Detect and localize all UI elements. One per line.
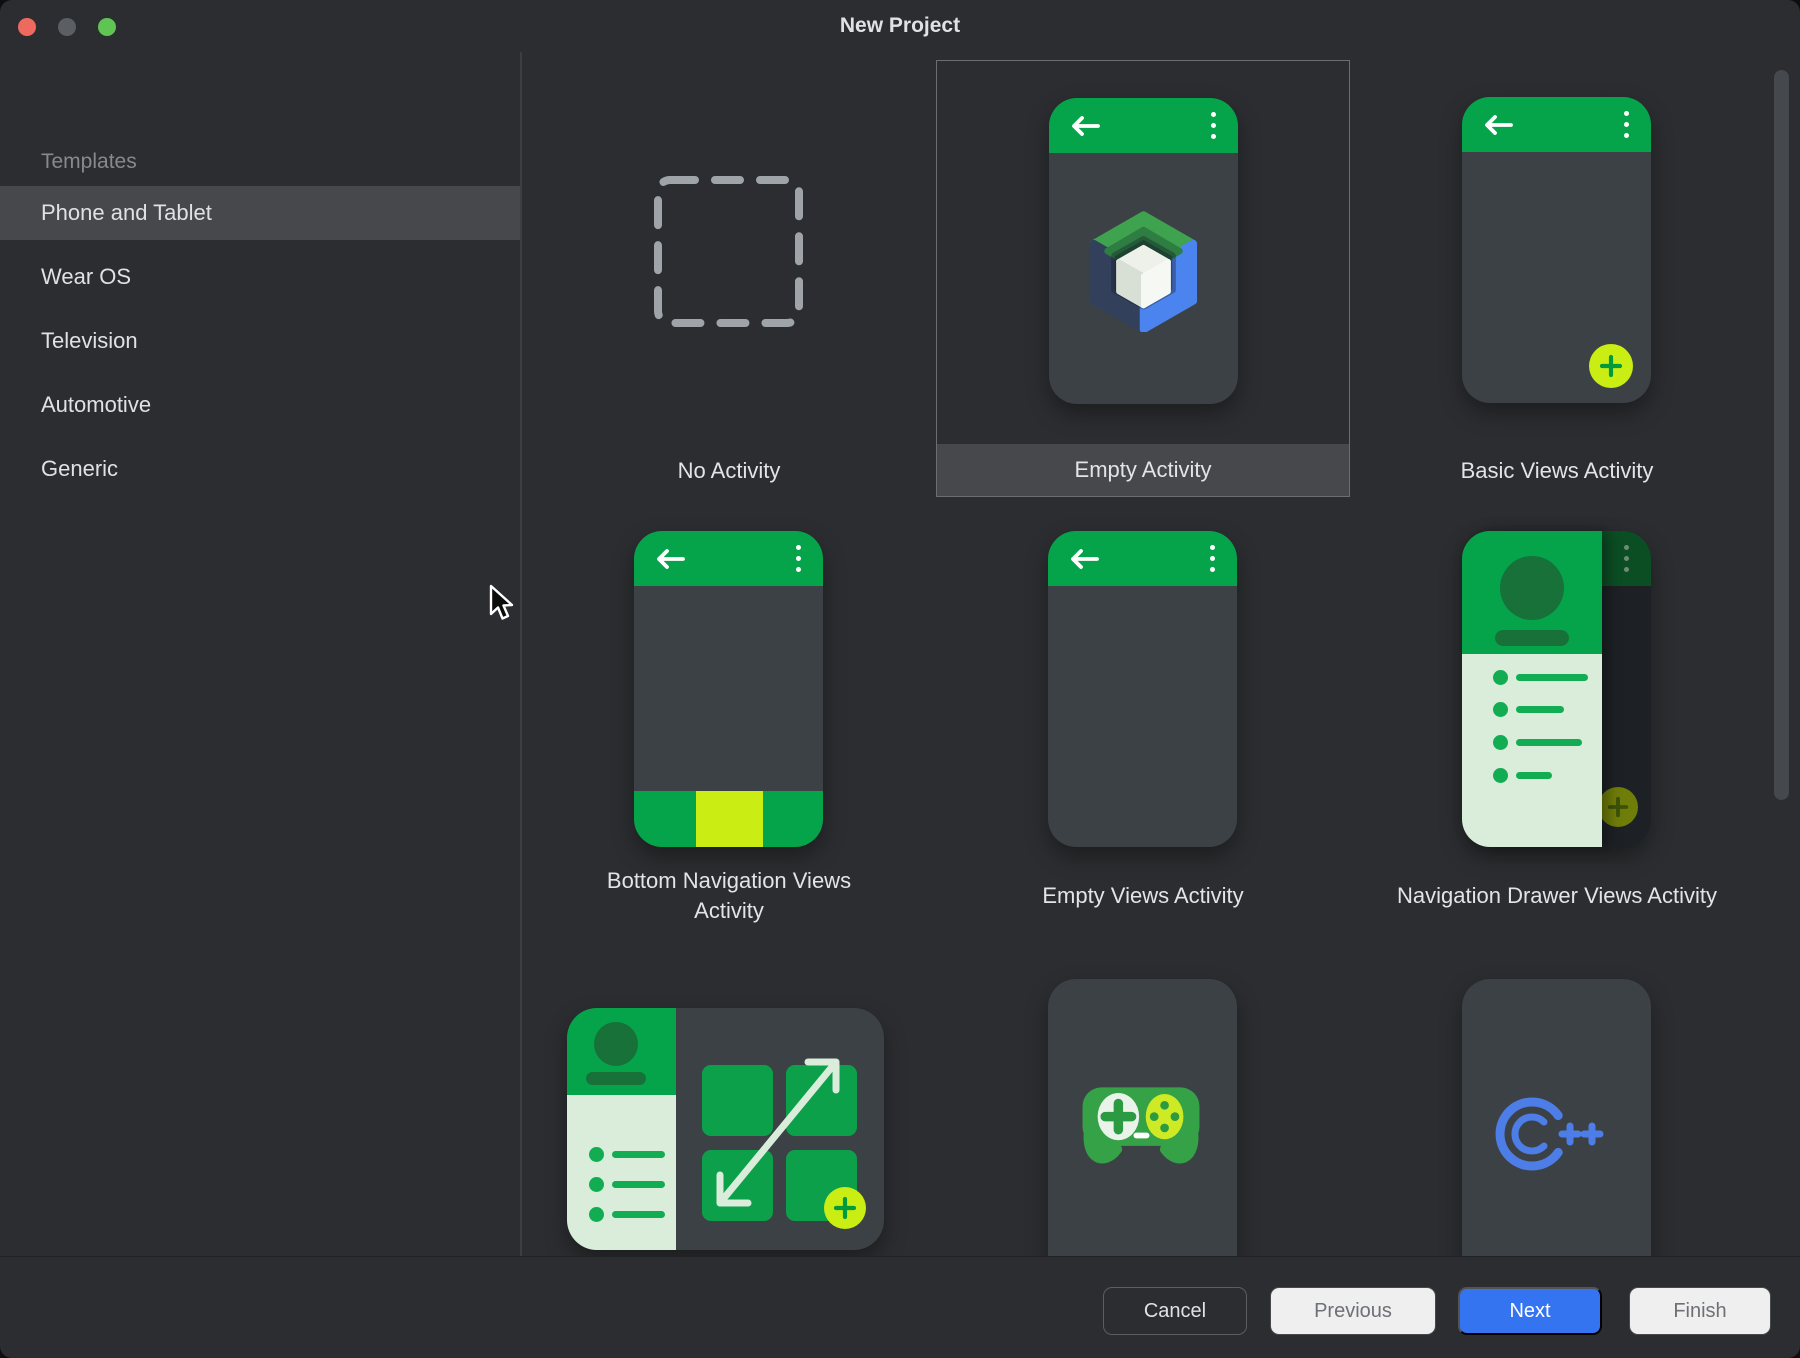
sidebar-item-label: Automotive	[41, 392, 151, 418]
drawer-header	[1462, 531, 1602, 654]
fab-add-dimmed-icon	[1598, 787, 1638, 827]
app-bar	[1049, 98, 1238, 153]
app-bar	[1048, 531, 1237, 586]
phone-mockup	[634, 531, 823, 847]
game-controller-icon	[1075, 1079, 1207, 1175]
next-button[interactable]: Next	[1458, 1287, 1602, 1335]
sidebar-item-label: Phone and Tablet	[41, 200, 212, 226]
drawer-menu-item	[1462, 669, 1602, 685]
kebab-menu-icon	[796, 545, 801, 572]
sidebar-header: Templates	[41, 150, 137, 174]
window-title: New Project	[0, 0, 1800, 52]
sidebar-item-generic[interactable]: Generic	[0, 442, 520, 496]
phone-mockup	[1462, 979, 1651, 1256]
template-card-label: Empty Activity	[937, 444, 1349, 496]
kebab-menu-icon	[1624, 545, 1629, 572]
avatar	[1500, 556, 1564, 620]
drawer-menu-item	[1462, 701, 1602, 717]
sidebar-item-television[interactable]: Television	[0, 314, 520, 368]
back-arrow-icon	[1066, 547, 1102, 571]
cancel-button[interactable]: Cancel	[1103, 1287, 1247, 1335]
template-card-label: Navigation Drawer Views Activity	[1350, 863, 1764, 929]
template-card-empty-activity[interactable]: Empty Activity	[936, 60, 1350, 497]
template-card-bottom-navigation-views-activity[interactable]: Bottom Navigation Views Activity	[522, 510, 936, 947]
dashed-placeholder-icon	[652, 174, 805, 329]
drawer-name-placeholder	[1495, 630, 1569, 646]
phone-mockup	[1048, 979, 1237, 1256]
fab-add-icon	[1589, 344, 1633, 388]
kebab-menu-icon	[1210, 545, 1215, 572]
fab-add-icon	[824, 1187, 866, 1229]
template-card-game-activity[interactable]	[936, 962, 1350, 1256]
template-card-navigation-drawer-views-activity[interactable]: Navigation Drawer Views Activity	[1350, 510, 1764, 947]
previous-button[interactable]: Previous	[1270, 1287, 1436, 1335]
dialog-footer: Cancel Previous Next Finish	[0, 1256, 1800, 1358]
template-card-no-activity[interactable]: No Activity	[522, 60, 936, 497]
back-arrow-icon	[1067, 114, 1103, 138]
drawer-menu-item	[1462, 767, 1602, 783]
app-bar	[634, 531, 823, 586]
vertical-scrollbar[interactable]	[1774, 70, 1789, 800]
template-card-responsive-views[interactable]	[522, 962, 936, 1256]
template-card-empty-views-activity[interactable]: Empty Views Activity	[936, 510, 1350, 947]
template-gallery: No Activity	[521, 52, 1800, 1256]
phone-mockup	[1048, 531, 1237, 847]
sidebar-item-automotive[interactable]: Automotive	[0, 378, 520, 432]
phone-mockup	[1462, 531, 1651, 847]
templates-sidebar: Templates Phone and Tablet Wear OS Telev…	[0, 52, 520, 1256]
kebab-menu-icon	[1211, 112, 1216, 139]
sidebar-item-label: Generic	[41, 456, 118, 482]
template-card-native-cpp[interactable]	[1350, 962, 1764, 1256]
template-card-basic-views-activity[interactable]: Basic Views Activity	[1350, 60, 1764, 497]
bottom-nav-selected-segment	[696, 791, 763, 847]
back-arrow-icon	[652, 547, 688, 571]
template-card-label: Basic Views Activity	[1350, 445, 1764, 497]
back-arrow-icon	[1480, 113, 1516, 137]
mouse-cursor	[488, 584, 518, 624]
jetpack-compose-logo-icon	[1081, 210, 1206, 332]
sidebar-item-label: Television	[41, 328, 138, 354]
template-card-label: Empty Views Activity	[936, 863, 1350, 929]
phone-mockup	[1462, 97, 1651, 403]
titlebar: New Project	[0, 0, 1800, 52]
template-card-label: No Activity	[522, 445, 936, 497]
navigation-drawer	[1462, 531, 1602, 847]
sidebar-item-phone-and-tablet[interactable]: Phone and Tablet	[0, 186, 520, 240]
finish-button[interactable]: Finish	[1629, 1287, 1771, 1335]
app-bar	[1462, 97, 1651, 152]
tablet-mockup	[567, 1008, 884, 1250]
kebab-menu-icon	[1624, 111, 1629, 138]
phone-mockup	[1049, 98, 1238, 404]
drawer-menu-item	[1462, 734, 1602, 750]
cpp-logo-icon	[1490, 1092, 1610, 1176]
drawer-menu	[1462, 654, 1602, 847]
new-project-dialog: New Project Templates Phone and Tablet W…	[0, 0, 1800, 1358]
sidebar-item-wear-os[interactable]: Wear OS	[0, 250, 520, 304]
template-card-label: Bottom Navigation Views Activity	[522, 863, 936, 929]
sidebar-item-label: Wear OS	[41, 264, 131, 290]
bottom-navigation-bar	[634, 791, 823, 847]
